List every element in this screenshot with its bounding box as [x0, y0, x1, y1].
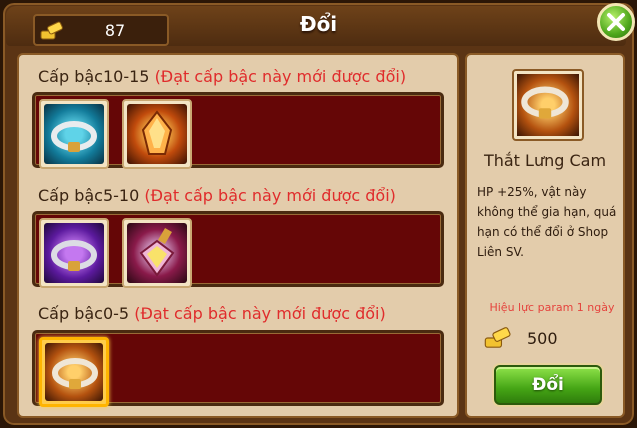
orange-belt-icon — [517, 74, 579, 136]
tier-row-1 — [32, 92, 444, 169]
tier-level-label: Cấp bậc5-10 — [38, 186, 140, 205]
close-button[interactable] — [597, 3, 635, 41]
tier-header-1: Cấp bậc10-15 (Đạt cấp bậc này mới được đ… — [38, 67, 406, 86]
tier-header-3: Cấp bậc0-5 (Đạt cấp bậc này mới được đổi… — [38, 304, 386, 323]
cyan-belt-icon — [44, 104, 104, 164]
tier-level-label: Cấp bậc10-15 — [38, 67, 150, 86]
item-detail-panel: Thắt Lưng Cam HP +25%, vật này không thể… — [465, 53, 625, 418]
tier-level-label: Cấp bậc0-5 — [38, 304, 130, 323]
item-description: HP +25%, vật này không thể gia hạn, quá … — [477, 185, 617, 259]
item-preview — [512, 69, 584, 141]
item-slot[interactable] — [122, 99, 192, 169]
item-slot[interactable] — [39, 99, 109, 169]
tier-row-2 — [32, 211, 444, 288]
tier-requirement: (Đạt cấp bậc này mới được đổi) — [144, 186, 396, 205]
tier-requirement: (Đạt cấp bậc này mới được đổi) — [134, 304, 386, 323]
item-validity: Hiệu lực param 1 ngày — [489, 301, 615, 314]
item-price: 500 — [527, 329, 558, 348]
fire-crystal-icon — [127, 104, 187, 164]
potion-flask-icon — [127, 223, 187, 283]
tier-requirement: (Đạt cấp bậc này mới được đổi) — [154, 67, 407, 86]
exchange-button[interactable]: Đổi — [494, 365, 602, 405]
item-name: Thắt Lưng Cam — [483, 151, 607, 170]
orange-belt-icon — [45, 343, 103, 401]
gold-bars-icon — [483, 324, 513, 352]
item-slot-selected[interactable] — [39, 337, 109, 407]
tier-header-2: Cấp bậc5-10 (Đạt cấp bậc này mới được đổ… — [38, 186, 396, 205]
item-slot[interactable] — [39, 218, 109, 288]
tier-list-panel: Cấp bậc10-15 (Đạt cấp bậc này mới được đ… — [17, 53, 459, 418]
close-icon — [607, 13, 625, 31]
tier-row-3 — [32, 330, 444, 407]
purple-belt-icon — [44, 223, 104, 283]
page-title: Đổi — [299, 12, 338, 36]
item-slot[interactable] — [122, 218, 192, 288]
